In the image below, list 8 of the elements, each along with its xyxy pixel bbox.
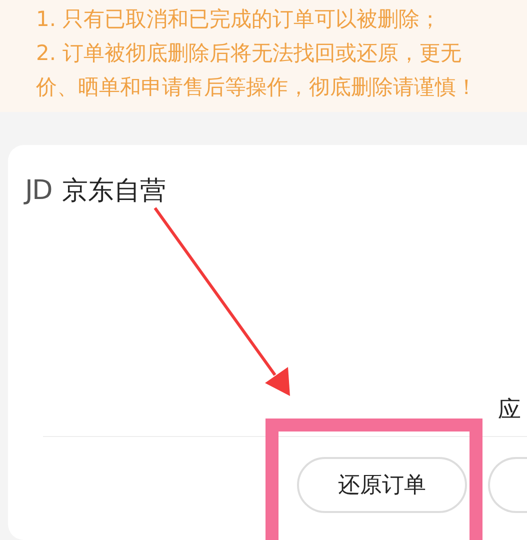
amount-label: 应 — [498, 399, 521, 422]
notice-text: 价、晒单和申请售后等操作，彻底删除请谨慎！ — [36, 74, 477, 101]
notice-text: 1. 只有已取消和已完成的订单可以被删除； — [36, 6, 441, 33]
notice-text: 2. 订单被彻底删除后将无法找回或还原，更无 — [36, 40, 462, 67]
shop-name: 京东自营 — [62, 178, 166, 204]
order-button[interactable] — [488, 457, 527, 513]
order-button[interactable]: 还原订单 — [297, 457, 467, 513]
shop-logo: JD — [25, 177, 52, 204]
